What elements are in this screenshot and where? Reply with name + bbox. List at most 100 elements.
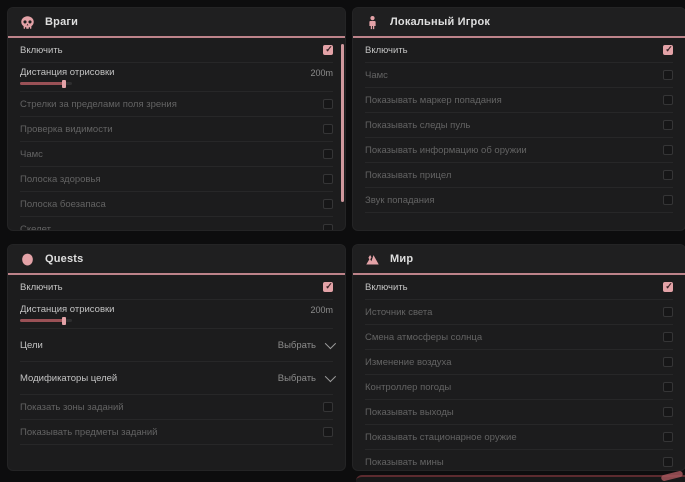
checkbox[interactable]: ✓: [323, 45, 333, 55]
settings-row-toggle: Включить✓: [365, 38, 673, 63]
dropdown-value: Выбрать: [278, 373, 316, 384]
checkbox[interactable]: [323, 199, 333, 209]
dropdown[interactable]: Выбрать: [278, 340, 333, 351]
settings-row-toggle: Полоска боезапаса: [20, 192, 333, 217]
checkbox[interactable]: [323, 427, 333, 437]
row-label: Изменение воздуха: [365, 357, 452, 368]
checkbox[interactable]: ✓: [663, 282, 673, 292]
panel-title: Враги: [45, 16, 78, 28]
checkbox[interactable]: [663, 382, 673, 392]
row-label: Показывать мины: [365, 457, 444, 468]
checkbox[interactable]: [323, 224, 333, 230]
slider-label-line: Дистанция отрисовки 200m: [20, 304, 333, 315]
panel-header: Quests: [8, 245, 345, 275]
checkbox[interactable]: [663, 357, 673, 367]
settings-row-toggle: Контроллер погоды: [365, 375, 673, 400]
settings-row-toggle: Показывать информацию об оружии: [365, 138, 673, 163]
settings-row-toggle: Включить ✓: [365, 275, 673, 300]
row-label: Показывать маркер попадания: [365, 95, 502, 106]
checkbox[interactable]: [663, 170, 673, 180]
panel-title: Локальный Игрок: [390, 16, 490, 28]
checkbox[interactable]: [663, 195, 673, 205]
row-label: Дистанция отрисовки: [20, 304, 114, 315]
settings-row-toggle: Скелет: [20, 217, 333, 230]
panel-local-player: Локальный Игрок Включить✓ Чамс Показывать …: [353, 8, 685, 230]
settings-row-select: Цели Выбрать: [20, 329, 333, 362]
row-label: Контроллер погоды: [365, 382, 451, 393]
checkbox[interactable]: [323, 149, 333, 159]
checkbox[interactable]: [663, 307, 673, 317]
row-label: Звук попадания: [365, 195, 435, 206]
partial-panel-corner: [661, 470, 684, 481]
row-label: Показывать следы пуль: [365, 120, 470, 131]
checkbox[interactable]: [323, 99, 333, 109]
settings-row-toggle: Звук попадания: [365, 188, 673, 213]
check-icon: ✓: [324, 44, 334, 54]
chevron-down-icon: [325, 338, 336, 349]
draw-distance-slider[interactable]: [20, 82, 72, 85]
settings-row-select: Модификаторы целей Выбрать: [20, 362, 333, 395]
check-icon: ✓: [664, 44, 674, 54]
checkbox[interactable]: [663, 70, 673, 80]
slider-handle[interactable]: [62, 80, 66, 88]
panel-header: Локальный Игрок: [353, 8, 685, 38]
row-label: Проверка видимости: [20, 124, 113, 135]
settings-row-toggle: Показывать мины: [365, 450, 673, 470]
row-label: Чамс: [365, 70, 388, 81]
checkbox[interactable]: [663, 457, 673, 467]
row-label: Показывать прицел: [365, 170, 451, 181]
draw-distance-slider[interactable]: [20, 319, 72, 322]
checkbox[interactable]: ✓: [323, 282, 333, 292]
row-label: Полоска здоровья: [20, 174, 101, 185]
panel-title: Мир: [390, 253, 413, 265]
esp-menu-page: Враги Включить ✓ Дистанция отрисовки 200m Ст…: [0, 0, 685, 482]
quest-marker-icon: [20, 252, 35, 267]
scrollbar[interactable]: [341, 44, 344, 202]
checkbox[interactable]: [663, 120, 673, 130]
row-label: Источник света: [365, 307, 432, 318]
row-label: Включить: [20, 45, 63, 56]
settings-row-toggle: Полоска здоровья: [20, 167, 333, 192]
slider-handle[interactable]: [62, 317, 66, 325]
row-label: Стрелки за пределами поля зрения: [20, 99, 177, 110]
settings-row-toggle: Смена атмосферы солнца: [365, 325, 673, 350]
panel-world: Мир Включить ✓ Источник света Смена атмосфе…: [353, 245, 685, 470]
slider-fill: [20, 82, 65, 85]
panel-enemies: Враги Включить ✓ Дистанция отрисовки200m Ст…: [8, 8, 345, 230]
row-label: Показывать выходы: [365, 407, 454, 418]
row-label: Включить: [365, 282, 408, 293]
checkbox[interactable]: [663, 407, 673, 417]
checkbox[interactable]: [663, 332, 673, 342]
slider-value: 200m: [310, 68, 333, 78]
checkbox[interactable]: [323, 124, 333, 134]
row-label: Смена атмосферы солнца: [365, 332, 482, 343]
settings-row-toggle: Изменение воздуха: [365, 350, 673, 375]
checkbox[interactable]: [663, 95, 673, 105]
row-label: Модификаторы целей: [20, 373, 117, 384]
row-label: Полоска боезапаса: [20, 199, 106, 210]
checkbox[interactable]: [323, 402, 333, 412]
slider-value: 200m: [310, 305, 333, 315]
settings-row-toggle: Показывать маркер попадания: [365, 88, 673, 113]
check-icon: ✓: [324, 281, 334, 291]
settings-row-toggle: Чамс: [365, 63, 673, 88]
row-label: Показывать стационарное оружие: [365, 432, 517, 443]
skull-icon: [20, 15, 35, 30]
dropdown[interactable]: Выбрать: [278, 373, 333, 384]
row-label: Цели: [20, 340, 43, 351]
checkbox[interactable]: ✓: [663, 45, 673, 55]
settings-row-toggle: Включить✓: [20, 275, 333, 300]
checkbox[interactable]: [663, 145, 673, 155]
panel-header: Враги: [8, 8, 345, 38]
settings-row-toggle: Показывать выходы: [365, 400, 673, 425]
checkbox[interactable]: [663, 432, 673, 442]
settings-row-slider: Дистанция отрисовки200m: [20, 63, 333, 92]
row-label: Чамс: [20, 149, 43, 160]
checkbox[interactable]: [323, 174, 333, 184]
slider-fill: [20, 319, 65, 322]
row-label: Скелет: [20, 224, 51, 231]
settings-row-toggle: Показывать прицел: [365, 163, 673, 188]
row-label: Показать зоны заданий: [20, 402, 124, 413]
settings-row-toggle: Показывать следы пуль: [365, 113, 673, 138]
settings-row-toggle: Источник света: [365, 300, 673, 325]
